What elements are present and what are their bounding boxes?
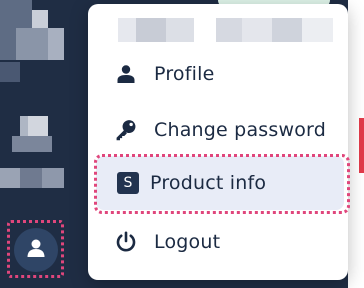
account-button-highlight	[7, 220, 64, 278]
background-accent-bar	[359, 118, 364, 173]
menu-item-change-password[interactable]: Change password	[88, 108, 348, 152]
power-icon	[114, 230, 138, 254]
menu-item-logout[interactable]: Logout	[88, 220, 348, 264]
app-window: Profile Change password S Product info L…	[0, 0, 364, 288]
key-icon	[114, 118, 138, 142]
menu-item-label: Profile	[154, 63, 215, 85]
menu-item-label: Logout	[154, 231, 221, 253]
menu-item-label: Change password	[154, 119, 326, 141]
user-menu: Profile Change password S Product info L…	[88, 4, 348, 280]
product-info-highlight	[94, 154, 350, 214]
menu-item-profile[interactable]: Profile	[88, 52, 348, 96]
user-menu-header-redacted	[118, 18, 333, 42]
person-icon	[114, 62, 138, 86]
